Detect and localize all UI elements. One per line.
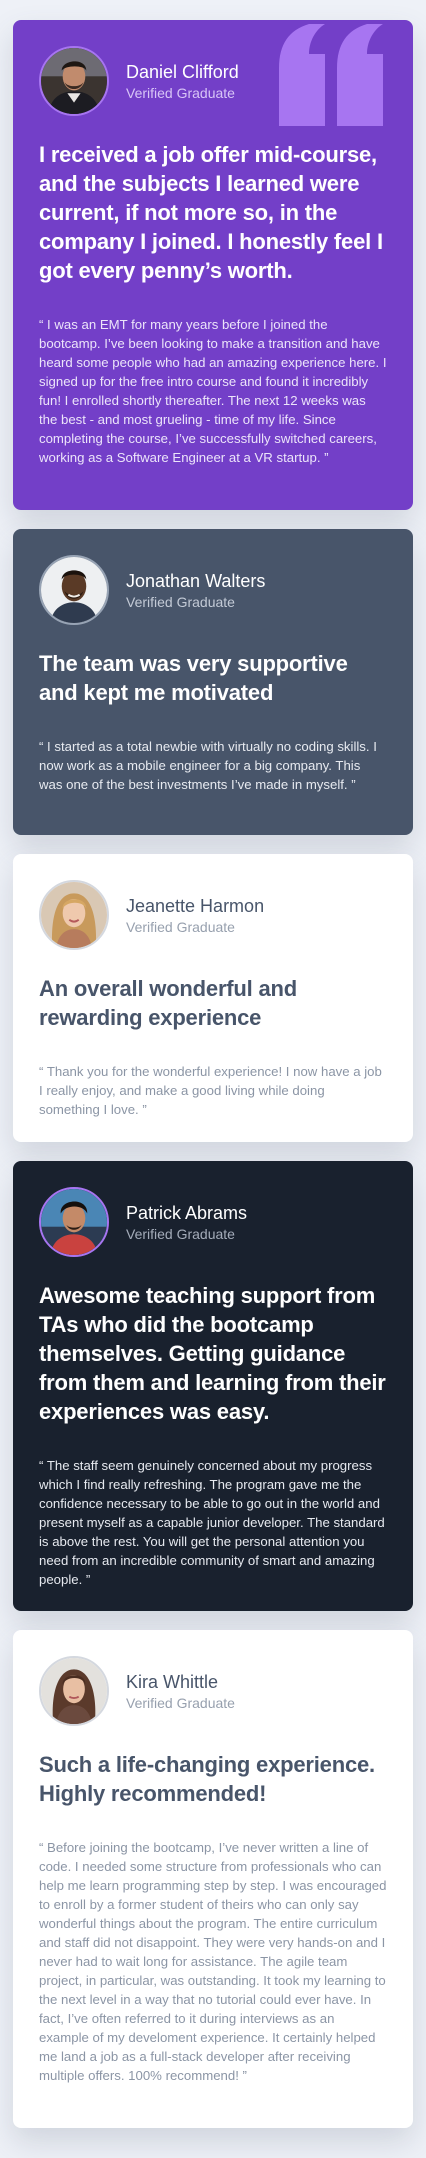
testimonial-headline: Such a life-changing experience. Highly … xyxy=(39,1752,375,1806)
testimonial-quote: “ Thank you for the wonderful experience… xyxy=(39,1064,382,1117)
author-status: Verified Graduate xyxy=(126,1225,235,1242)
testimonial-quote: “ I was an EMT for many years before I j… xyxy=(39,317,387,465)
testimonials-grid: Daniel Clifford Verified Graduate I rece… xyxy=(0,0,426,2128)
author-status: Verified Graduate xyxy=(126,918,235,935)
testimonial-headline: An overall wonderful and rewarding exper… xyxy=(39,976,298,1030)
author-status: Verified Graduate xyxy=(126,1694,235,1711)
avatar xyxy=(39,1187,109,1257)
testimonial-quote: “ I started as a total newbie with virtu… xyxy=(39,739,377,792)
avatar xyxy=(39,46,109,116)
avatar xyxy=(39,1656,109,1726)
author-name: Patrick Abrams xyxy=(126,1202,248,1223)
testimonial-quote: “ The staff seem genuinely concerned abo… xyxy=(39,1458,385,1587)
testimonial-card-daniel: Daniel Clifford Verified Graduate I rece… xyxy=(13,20,413,510)
author-name: Kira Whittle xyxy=(126,1671,219,1692)
author-status: Verified Graduate xyxy=(126,84,235,101)
author-name: Jeanette Harmon xyxy=(126,895,265,916)
testimonial-quote: “ Before joining the bootcamp, I’ve neve… xyxy=(39,1840,387,2083)
testimonial-card-patrick: Patrick Abrams Verified Graduate Awesome… xyxy=(13,1161,413,1611)
testimonial-headline: The team was very supportive and kept me… xyxy=(39,651,348,705)
avatar xyxy=(39,880,109,950)
author-name: Jonathan Walters xyxy=(126,570,266,591)
author-name: Daniel Clifford xyxy=(126,61,239,82)
testimonial-headline: I received a job offer mid-course, and t… xyxy=(39,142,383,283)
avatar xyxy=(39,555,109,625)
testimonial-card-jeanette: Jeanette Harmon Verified Graduate An ove… xyxy=(13,854,413,1142)
author-status: Verified Graduate xyxy=(126,593,235,610)
testimonial-headline: Awesome teaching support from TAs who di… xyxy=(39,1283,386,1424)
testimonial-card-kira: Kira Whittle Verified Graduate Such a li… xyxy=(13,1630,413,2128)
testimonial-card-jonathan: Jonathan Walters Verified Graduate The t… xyxy=(13,529,413,835)
